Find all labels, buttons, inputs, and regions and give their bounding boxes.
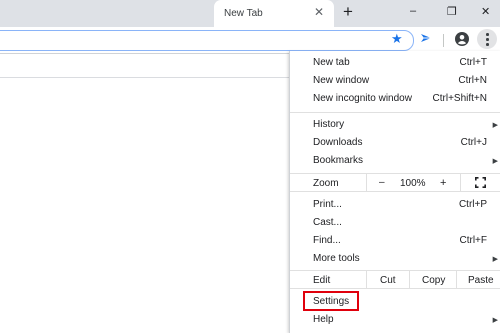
zoom-label: Zoom xyxy=(313,178,339,189)
menu-item-history[interactable]: History xyxy=(313,119,344,130)
shortcut-downloads: Ctrl+J xyxy=(460,137,487,148)
menu-item-help[interactable]: Help xyxy=(313,314,334,325)
minimize-button[interactable]: – xyxy=(410,5,416,17)
submenu-arrow-icon: ▶ xyxy=(492,317,498,324)
window-close-button[interactable]: ✕ xyxy=(481,5,490,18)
profile-avatar-icon[interactable] xyxy=(455,32,469,49)
zoom-divider xyxy=(460,174,461,191)
chrome-menu: New tab Ctrl+T New window Ctrl+N New inc… xyxy=(289,51,500,333)
restore-button[interactable]: ❐ xyxy=(447,5,457,18)
menu-item-bookmarks[interactable]: Bookmarks xyxy=(313,155,363,166)
new-tab-button[interactable]: + xyxy=(343,2,353,22)
zoom-out-button[interactable]: – xyxy=(379,177,385,188)
zoom-divider xyxy=(366,174,367,191)
tab-new-tab[interactable]: New Tab ✕ xyxy=(214,0,334,27)
zoom-in-button[interactable]: + xyxy=(440,177,446,189)
menu-item-new-tab[interactable]: New tab xyxy=(313,57,350,68)
menu-item-new-incognito-window[interactable]: New incognito window xyxy=(313,93,412,104)
shortcut-new-incognito: Ctrl+Shift+N xyxy=(432,93,487,104)
shortcut-new-tab: Ctrl+T xyxy=(459,57,488,68)
bookmark-star-icon[interactable]: ★ xyxy=(391,31,403,47)
fullscreen-icon[interactable] xyxy=(475,177,486,191)
page-divider xyxy=(0,77,289,78)
paste-button[interactable]: Paste xyxy=(468,275,494,286)
shortcut-find: Ctrl+F xyxy=(459,235,488,246)
edit-row: Edit Cut Copy Paste xyxy=(290,271,500,288)
chrome-menu-button[interactable] xyxy=(477,29,497,49)
submenu-arrow-icon: ▶ xyxy=(492,158,498,165)
menu-divider xyxy=(290,191,500,192)
tab-close-icon[interactable]: ✕ xyxy=(314,5,324,19)
menu-dot-icon xyxy=(486,38,489,41)
address-bar[interactable] xyxy=(0,30,414,51)
copy-button[interactable]: Copy xyxy=(422,275,445,286)
shortcut-new-window: Ctrl+N xyxy=(458,75,487,86)
menu-item-new-window[interactable]: New window xyxy=(313,75,369,86)
menu-item-find[interactable]: Find... xyxy=(313,235,341,246)
shortcut-print: Ctrl+P xyxy=(458,199,487,210)
menu-dot-icon xyxy=(486,33,489,36)
menu-dot-icon xyxy=(486,43,489,46)
toolbar-separator xyxy=(443,34,444,47)
zoom-level: 100% xyxy=(400,178,426,189)
tab-title: New Tab xyxy=(224,8,263,19)
menu-divider xyxy=(290,112,500,113)
menu-item-print[interactable]: Print... xyxy=(313,199,342,210)
menu-item-downloads[interactable]: Downloads xyxy=(313,137,362,148)
submenu-arrow-icon: ▶ xyxy=(492,122,498,129)
menu-divider xyxy=(290,288,500,289)
edit-divider xyxy=(366,271,367,288)
edit-divider xyxy=(456,271,457,288)
menu-item-cast[interactable]: Cast... xyxy=(313,217,342,228)
settings-highlight-box xyxy=(303,291,359,311)
submenu-arrow-icon: ▶ xyxy=(492,256,498,263)
cut-button[interactable]: Cut xyxy=(380,275,396,286)
edit-label: Edit xyxy=(313,275,331,286)
extension-icon[interactable] xyxy=(420,32,432,47)
edit-divider xyxy=(409,271,410,288)
toolbar: ★ xyxy=(0,27,500,54)
tab-strip: New Tab ✕ + – ❐ ✕ xyxy=(0,0,500,27)
zoom-row: Zoom – 100% + xyxy=(290,174,500,191)
menu-item-more-tools[interactable]: More tools xyxy=(313,253,360,264)
